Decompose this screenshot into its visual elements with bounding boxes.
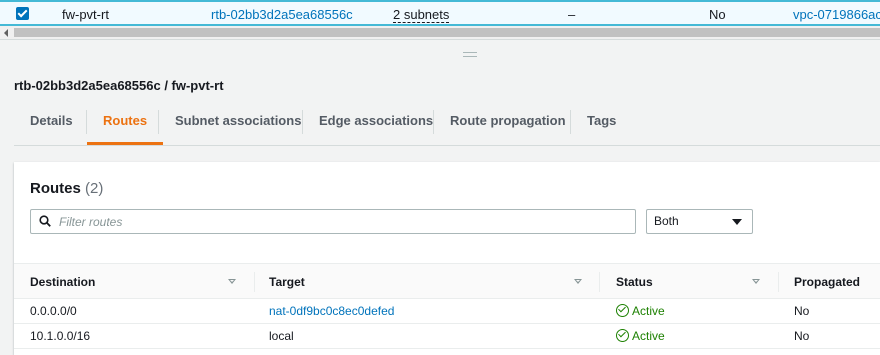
column-divider[interactable] <box>778 272 779 292</box>
sort-icon[interactable] <box>574 279 582 284</box>
route-target-link[interactable]: nat-0df9bc0c8ec0defed <box>269 304 394 318</box>
column-divider[interactable] <box>599 272 600 292</box>
filter-routes-box[interactable] <box>30 209 636 234</box>
column-status[interactable]: Status <box>616 264 653 300</box>
tab-route-propagation[interactable]: Route propagation <box>434 100 582 145</box>
route-status: Active <box>632 304 665 318</box>
table-row: 0.0.0.0/0 nat-0df9bc0c8ec0defed Active N… <box>14 299 880 324</box>
route-propagated: No <box>794 304 810 318</box>
table-header: Destination Target Status Propagated <box>14 263 880 299</box>
table-row: 10.1.0.0/16 local Active No <box>14 324 880 349</box>
row-checkbox[interactable] <box>16 7 29 20</box>
vpc-id-link[interactable]: vpc-0719866acc <box>793 7 880 22</box>
route-target: local <box>269 329 294 343</box>
routes-count: (2) <box>85 180 104 197</box>
routes-title: Routes <box>30 180 81 197</box>
tab-details[interactable]: Details <box>14 100 89 145</box>
route-propagated: No <box>794 329 810 343</box>
edge-associations-value: – <box>568 7 576 22</box>
filter-routes-input[interactable] <box>59 212 629 231</box>
status-active-icon <box>616 329 629 342</box>
tab-edge-associations[interactable]: Edge associations <box>303 100 449 145</box>
route-status: Active <box>632 329 665 343</box>
panel-resize-handle[interactable] <box>463 52 477 57</box>
propagation-filter-select[interactable]: Both <box>646 209 753 234</box>
route-table-id-link[interactable]: rtb-02bb3d2a5ea68556c <box>211 7 353 22</box>
column-divider[interactable] <box>254 272 255 292</box>
column-propagated[interactable]: Propagated <box>794 264 860 300</box>
column-target[interactable]: Target <box>269 264 305 300</box>
tab-tags[interactable]: Tags <box>571 100 632 145</box>
detail-tabs: Details Routes Subnet associations Edge … <box>14 100 880 146</box>
tab-subnet-associations[interactable]: Subnet associations <box>159 100 317 145</box>
routes-panel: Routes (2) Both Destination Target Statu… <box>14 162 880 355</box>
column-destination[interactable]: Destination <box>30 264 95 300</box>
search-icon <box>39 215 51 227</box>
scrollbar-thumb[interactable] <box>14 28 880 37</box>
routes-heading: Routes (2) <box>30 180 103 197</box>
scroll-left-arrow-icon[interactable] <box>4 29 8 37</box>
tab-routes[interactable]: Routes <box>87 100 164 145</box>
subnets-count[interactable]: 2 subnets <box>393 7 450 23</box>
route-destination: 0.0.0.0/0 <box>30 304 77 318</box>
selected-table-row[interactable]: fw-pvt-rt rtb-02bb3d2a5ea68556c 2 subnet… <box>0 0 880 26</box>
detail-title: rtb-02bb3d2a5ea68556c / fw-pvt-rt <box>14 78 224 93</box>
main-value: No <box>709 7 726 22</box>
sort-icon[interactable] <box>752 279 760 284</box>
status-active-icon <box>616 304 629 317</box>
route-destination: 10.1.0.0/16 <box>30 329 91 343</box>
caret-down-icon <box>732 219 742 225</box>
propagation-filter-value: Both <box>654 214 679 228</box>
route-table-name: fw-pvt-rt <box>62 7 109 22</box>
horizontal-scrollbar[interactable] <box>0 26 880 40</box>
sort-icon[interactable] <box>228 279 236 284</box>
